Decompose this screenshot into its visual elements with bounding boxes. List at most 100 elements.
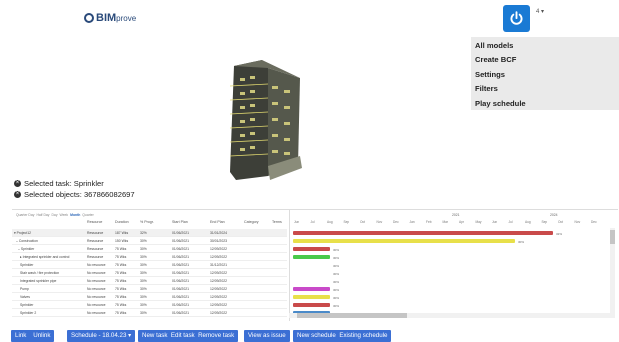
remove-task-button[interactable]: Remove task: [198, 332, 234, 339]
table-row[interactable]: ▸ Integrated sprinkler and control Ressou…: [12, 253, 287, 261]
table-cell: ▾ Project12: [14, 231, 31, 235]
timeline-month: Sep: [541, 220, 548, 224]
table-cell: Ressource: [87, 231, 104, 235]
new-task-button[interactable]: New task Edit task Remove task: [138, 330, 239, 342]
table-cell: 01/06/2021: [172, 255, 189, 259]
table-cell: Pump: [20, 287, 29, 291]
gantt-task-bar[interactable]: [293, 303, 330, 307]
table-row[interactable]: Valves No resource 75 Wks 30% 01/06/2021 12/0…: [12, 293, 287, 301]
table-cell: 187 Wks: [115, 231, 129, 235]
table-cell: 75 Wks: [115, 263, 127, 267]
col-resource: Resource: [87, 220, 103, 224]
table-cell: Valves: [20, 295, 30, 299]
table-cell: – Sprinkler: [18, 247, 35, 251]
vertical-scrollbar[interactable]: [610, 228, 615, 318]
user-dropdown-caret[interactable]: 4 ▾: [536, 8, 544, 15]
gantt-task-bar[interactable]: [293, 247, 330, 251]
table-cell: No resource: [87, 279, 106, 283]
table-cell: 75 Wks: [115, 303, 127, 307]
view-as-issue-button[interactable]: View as issue: [244, 330, 290, 342]
table-cell: 12/09/2022: [210, 287, 227, 291]
gantt-bar-progress-label: 30%: [333, 255, 340, 260]
table-cell: Stair wash / fire protection: [20, 271, 60, 275]
table-row[interactable]: Sprinkler 2 No resource 75 Wks 30% 01/06/202…: [12, 309, 287, 317]
timeline-month: Jul: [508, 220, 513, 224]
view-mode-month[interactable]: Month: [70, 213, 80, 217]
close-icon[interactable]: ×: [14, 180, 21, 187]
power-icon: [510, 11, 523, 25]
table-row[interactable]: ▾ Project12 Ressource 187 Wks 32% 01/06/2021…: [12, 229, 287, 237]
close-icon[interactable]: ×: [14, 191, 21, 198]
view-mode-quarter-day[interactable]: Quarter Day: [16, 213, 34, 217]
timeline-month: Nov: [574, 220, 581, 224]
building-3d-model[interactable]: [222, 56, 312, 184]
table-cell: 75 Wks: [115, 279, 127, 283]
table-cell: 30%: [140, 263, 147, 267]
col-category: Category: [244, 220, 259, 224]
link-button[interactable]: Link Unlink: [11, 330, 55, 342]
timeline-month: May: [475, 220, 482, 224]
table-row[interactable]: Integrated sprinkler pipe No resource 75 W…: [12, 277, 287, 285]
table-cell: Ressource: [87, 255, 104, 259]
table-cell: No resource: [87, 303, 106, 307]
gantt-task-bar[interactable]: [293, 231, 553, 235]
view-mode-week[interactable]: Week: [60, 213, 69, 217]
side-menu: All models Create BCF Settings Filters P…: [471, 37, 619, 110]
table-cell: 31/12/2021: [210, 263, 227, 267]
view-mode-day[interactable]: Day: [51, 213, 57, 217]
scrollbar-thumb[interactable]: [297, 313, 407, 318]
table-cell: 30%: [140, 239, 147, 243]
timeline-month: Dec: [393, 220, 399, 224]
table-cell: 01/06/2021: [172, 287, 189, 291]
schedule-dropdown[interactable]: Schedule - 18.04.23 ▾: [67, 330, 136, 342]
menu-item-all-models[interactable]: All models: [471, 39, 619, 53]
table-row[interactable]: Sprinkler No resource 75 Wks 30% 01/06/2021 1…: [12, 301, 287, 309]
col-end-plan: End Plan: [210, 220, 225, 224]
gantt-task-bar[interactable]: [293, 255, 330, 259]
table-cell: 01/06/2021: [172, 247, 189, 251]
table-cell: 12/09/2022: [210, 255, 227, 259]
gantt-bar-progress-label: 30%: [333, 271, 340, 276]
gantt-task-bar[interactable]: [293, 295, 330, 299]
table-cell: 01/06/2021: [172, 303, 189, 307]
table-row[interactable]: – Construction Ressource 150 Wks 30% 01/06/2…: [12, 237, 287, 245]
bottom-toolbar: Link Unlink Schedule - 18.04.23 ▾ New ta…: [0, 329, 619, 342]
table-row[interactable]: Stair wash / fire protection No resource 7…: [12, 269, 287, 277]
table-cell: 30%: [140, 279, 147, 283]
table-cell: 30/01/2023: [210, 239, 227, 243]
table-cell: 12/09/2022: [210, 271, 227, 275]
table-cell: Sprinkler: [20, 303, 34, 307]
table-cell: Integrated sprinkler pipe: [20, 279, 57, 283]
horizontal-scrollbar[interactable]: [289, 313, 611, 318]
gantt-bar-progress-label: 32%: [556, 231, 563, 236]
table-cell: 12/09/2022: [210, 247, 227, 251]
menu-item-settings[interactable]: Settings: [471, 68, 619, 82]
timeline-month: Jun: [294, 220, 300, 224]
gantt-bar-progress-label: 30%: [333, 279, 340, 284]
gantt-task-bar[interactable]: [293, 287, 330, 291]
view-mode-half-day[interactable]: Half Day: [36, 213, 49, 217]
gantt-view-modes: Quarter Day Half Day Day Week Month Quar…: [16, 213, 94, 217]
menu-item-play-schedule[interactable]: Play schedule: [471, 97, 619, 111]
view-mode-quarter[interactable]: Quarter: [82, 213, 94, 217]
table-cell: 30%: [140, 271, 147, 275]
table-row[interactable]: Sprinkler No resource 75 Wks 30% 01/06/2021 3…: [12, 261, 287, 269]
table-row[interactable]: Pump No resource 75 Wks 30% 01/06/2021 12/09/…: [12, 285, 287, 293]
user-power-button[interactable]: [503, 5, 530, 32]
table-cell: 01/06/2021: [172, 279, 189, 283]
gantt-task-bar[interactable]: [293, 239, 515, 243]
table-cell: Sprinkler 2: [20, 311, 37, 315]
table-cell: 12/09/2022: [210, 303, 227, 307]
existing-schedule-button[interactable]: Existing schedule: [339, 332, 387, 339]
edit-task-button[interactable]: Edit task: [171, 332, 195, 339]
gantt-bar-progress-label: 30%: [333, 287, 340, 292]
menu-item-create-bcf[interactable]: Create BCF: [471, 53, 619, 67]
menu-item-filters[interactable]: Filters: [471, 82, 619, 96]
scrollbar-thumb[interactable]: [610, 230, 615, 244]
table-cell: 12/09/2022: [210, 295, 227, 299]
table-cell: 30%: [140, 287, 147, 291]
gantt-timeline[interactable]: 2021 2024 Jun Jul Aug Sep Oct Nov Dec Jan Feb Mar…: [289, 210, 611, 321]
table-row[interactable]: – Sprinkler Ressource 75 Wks 30% 01/06/2021 1…: [12, 245, 287, 253]
new-schedule-button[interactable]: New schedule Existing schedule: [293, 330, 392, 342]
unlink-button[interactable]: Unlink: [33, 332, 50, 339]
